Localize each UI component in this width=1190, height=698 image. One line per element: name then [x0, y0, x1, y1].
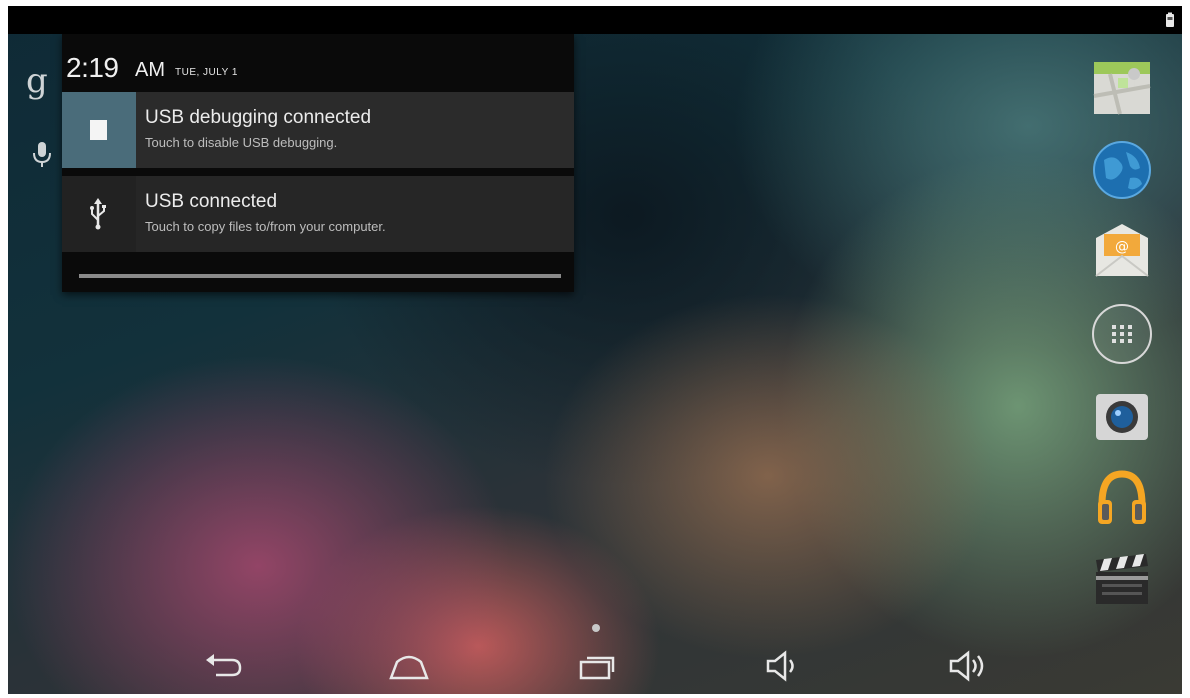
notification-divider: [62, 168, 574, 176]
notification-drag-handle[interactable]: [79, 274, 561, 278]
app-dock: @: [1082, 56, 1162, 616]
status-bar[interactable]: [8, 6, 1182, 34]
clock-time: 2:19: [66, 52, 119, 83]
mic-icon[interactable]: [30, 140, 54, 170]
video-clapper-icon[interactable]: [1090, 548, 1154, 612]
google-search-icon[interactable]: g: [26, 64, 48, 98]
svg-text:@: @: [1115, 239, 1129, 255]
volume-up-icon[interactable]: [945, 648, 993, 684]
notification-header: 2:19 AM TUE, JULY 1: [62, 34, 574, 92]
play-music-icon[interactable]: [1090, 466, 1154, 530]
recent-apps-icon[interactable]: [573, 648, 621, 684]
all-apps-icon[interactable]: [1090, 302, 1154, 366]
usb-icon: [90, 198, 106, 230]
home-screen: g 2:19 AM TUE, JULY 1 USB debugging conn…: [8, 6, 1182, 694]
home-icon[interactable]: [385, 648, 433, 684]
bug-icon: [90, 120, 107, 140]
maps-icon[interactable]: [1090, 56, 1154, 120]
notification-shade: 2:19 AM TUE, JULY 1 USB debugging connec…: [62, 34, 574, 292]
volume-down-icon[interactable]: [760, 648, 808, 684]
back-icon[interactable]: [198, 648, 246, 684]
navigation-bar: [8, 638, 1182, 694]
notification-title: USB connected: [145, 191, 278, 212]
notification-icon-box: [62, 92, 136, 168]
notification-subtitle: Touch to disable USB debugging.: [145, 135, 338, 150]
search-widget[interactable]: g: [8, 34, 60, 184]
clock-ampm: AM: [135, 59, 165, 81]
notification-usb-debugging[interactable]: USB debugging connected Touch to disable…: [62, 92, 574, 168]
clock-date: TUE, JULY 1: [175, 67, 238, 78]
notification-icon-box: [62, 176, 136, 252]
email-icon[interactable]: @: [1090, 220, 1154, 284]
notification-subtitle: Touch to copy files to/from your compute…: [145, 219, 386, 234]
notification-usb-connected[interactable]: USB connected Touch to copy files to/fro…: [62, 176, 574, 252]
browser-globe-icon[interactable]: [1090, 138, 1154, 202]
battery-icon: [1166, 12, 1174, 27]
page-indicator-dot: [592, 624, 600, 632]
camera-icon[interactable]: [1090, 384, 1154, 448]
notification-title: USB debugging connected: [145, 107, 372, 128]
